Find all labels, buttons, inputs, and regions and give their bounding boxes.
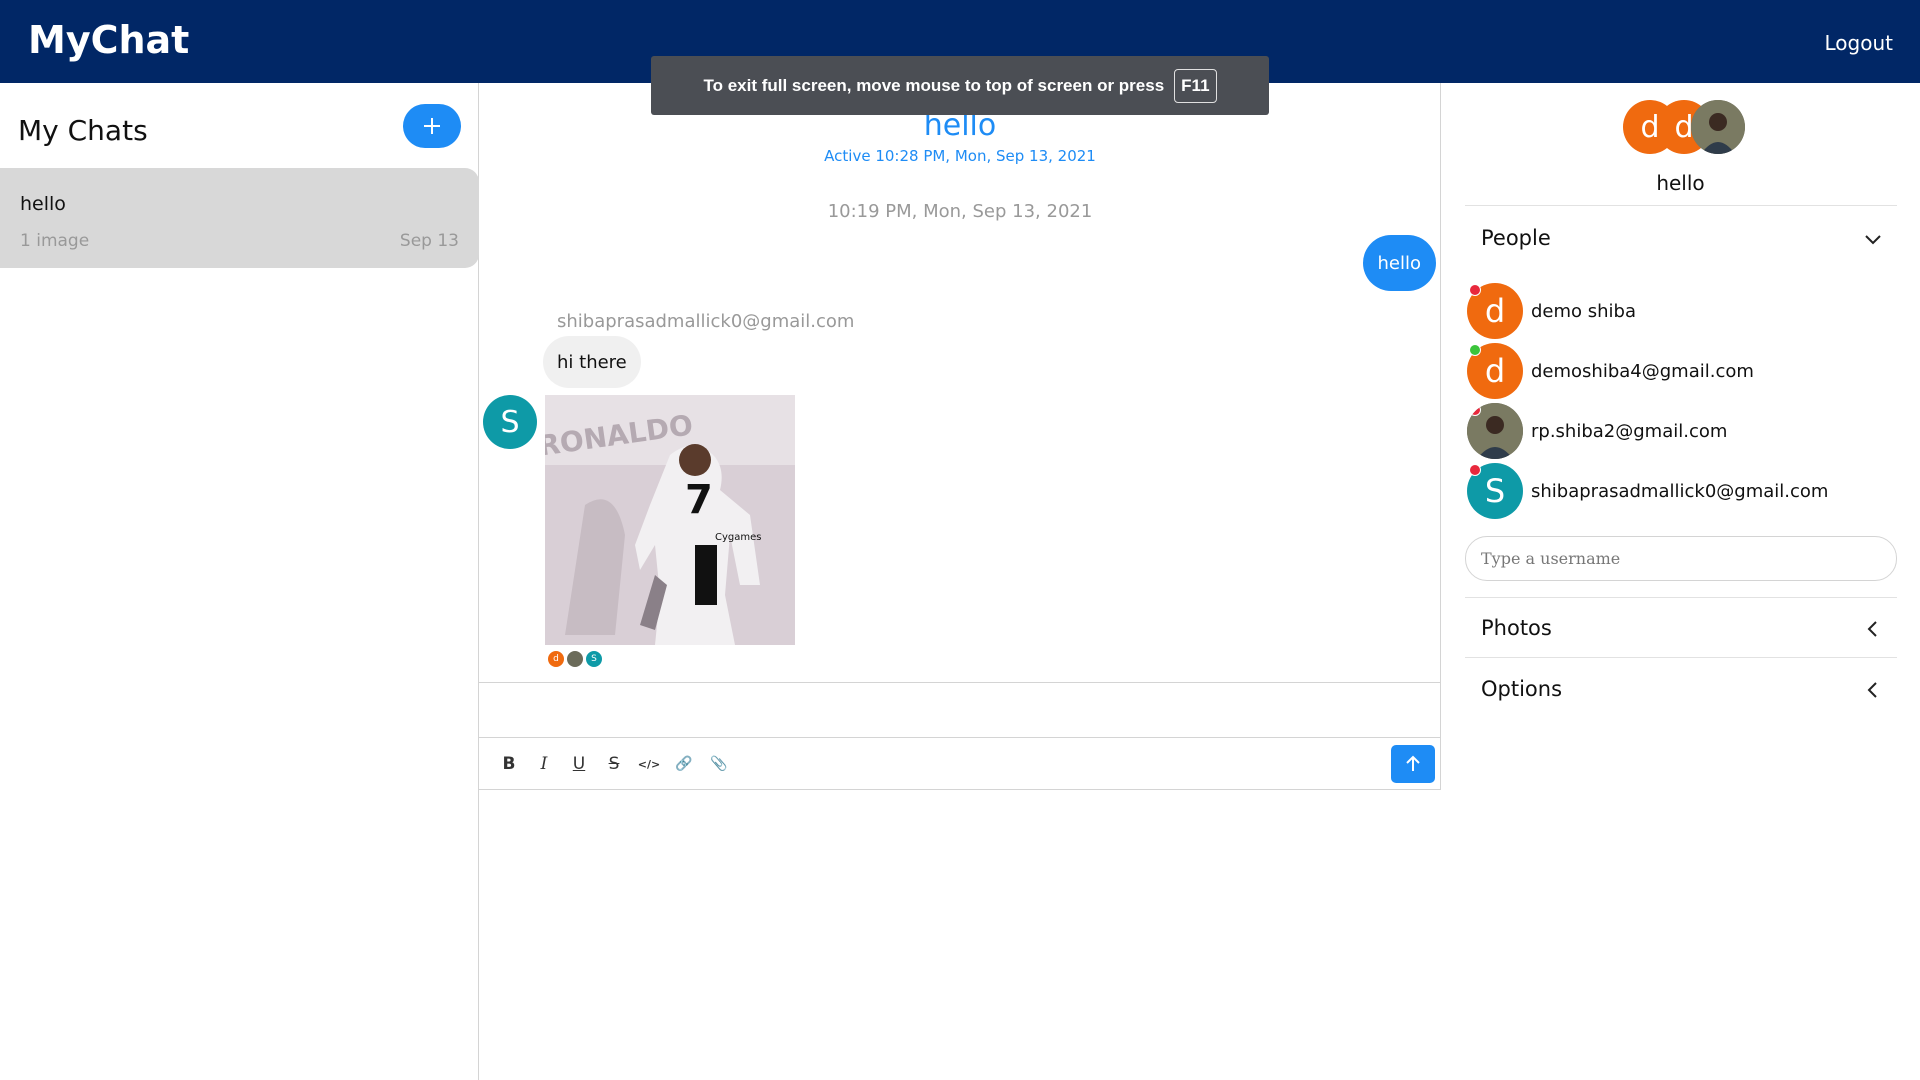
fullscreen-toast-key: F11 [1174, 68, 1217, 103]
chat-list-item[interactable]: hello 1 image Sep 13 [0, 168, 479, 268]
jersey-number: 7 [685, 477, 713, 523]
app-brand: MyChat [28, 18, 190, 62]
status-indicator [1469, 284, 1481, 296]
chevron-left-icon[interactable] [1862, 679, 1884, 701]
read-receipt-avatar: d [548, 651, 564, 667]
logout-button[interactable]: Logout [1825, 31, 1893, 55]
my-message-bubble: hello [1362, 235, 1436, 291]
arrow-up-icon [1406, 755, 1420, 771]
read-receipt-avatar [567, 651, 583, 667]
chat-list-title: My Chats [18, 114, 148, 147]
people-list-item[interactable]: rp.shiba2@gmail.com [1467, 403, 1727, 459]
photos-section-header[interactable]: Photos [1481, 616, 1552, 640]
status-indicator [1469, 464, 1481, 476]
fullscreen-toast-message: To exit full screen, move mouse to top o… [703, 75, 1165, 95]
person-name: demoshiba4@gmail.com [1531, 360, 1754, 382]
divider [1465, 657, 1897, 658]
image-thumbnail: RONALDO 7 Cygames [545, 395, 795, 645]
avatar-letter: d [1484, 292, 1506, 330]
people-list-item[interactable]: d demoshiba4@gmail.com [1467, 343, 1754, 399]
avatar: d [1467, 283, 1523, 339]
their-message-bubble: hi there [543, 336, 641, 388]
send-button[interactable] [1391, 745, 1435, 783]
people-section-header[interactable]: People [1481, 226, 1551, 250]
group-avatars: d d [1623, 100, 1753, 156]
bold-icon[interactable]: B [499, 754, 519, 774]
message-timestamp: 10:19 PM, Mon, Sep 13, 2021 [827, 201, 1093, 222]
chevron-down-icon[interactable] [1862, 228, 1884, 250]
chat-item-last-message: 1 image [20, 231, 90, 251]
options-section-header[interactable]: Options [1481, 677, 1562, 701]
underline-icon[interactable]: U [569, 754, 589, 774]
person-name: demo shiba [1531, 300, 1637, 322]
username-search-input[interactable] [1465, 536, 1897, 581]
avatar-photo [1691, 100, 1745, 154]
avatar-letter: d [1484, 352, 1506, 390]
avatar: S [483, 395, 537, 449]
avatar: d [1467, 343, 1523, 399]
fullscreen-toast: To exit full screen, move mouse to top o… [651, 56, 1269, 115]
divider [1465, 597, 1897, 598]
jersey-sponsor: Cygames [715, 532, 761, 543]
read-receipts: d S [548, 651, 602, 667]
plus-icon [424, 118, 440, 134]
read-receipt-avatar: S [586, 651, 602, 667]
person-name: rp.shiba2@gmail.com [1531, 420, 1728, 442]
status-indicator [1469, 344, 1481, 356]
status-indicator [1469, 404, 1481, 416]
chat-list-panel: My Chats hello 1 image Sep 13 [0, 83, 479, 1080]
link-icon[interactable]: 🔗 [674, 754, 694, 774]
formatting-toolbar: B I U S </> 🔗 📎 [499, 754, 729, 774]
chat-details-panel: d d hello People d demo shiba d demoshib… [1441, 83, 1920, 1080]
image-message[interactable]: RONALDO 7 Cygames [545, 395, 795, 645]
conversation-panel: hello Active 10:28 PM, Mon, Sep 13, 2021… [479, 83, 1441, 790]
people-list-item[interactable]: S shibaprasadmallick0@gmail.com [1467, 463, 1828, 519]
avatar: S [1467, 463, 1523, 519]
conversation-active-status: Active 10:28 PM, Mon, Sep 13, 2021 [824, 147, 1096, 165]
people-list-item[interactable]: d demo shiba [1467, 283, 1636, 339]
person-name: shibaprasadmallick0@gmail.com [1531, 480, 1829, 502]
new-chat-button[interactable] [403, 104, 461, 148]
chat-item-date: Sep 13 [399, 231, 459, 251]
chat-item-title: hello [20, 193, 66, 215]
avatar-letter: S [1484, 472, 1506, 510]
chevron-left-icon[interactable] [1862, 618, 1884, 640]
attachment-icon[interactable]: 📎 [709, 754, 729, 774]
avatar [1467, 403, 1523, 459]
code-icon[interactable]: </> [638, 754, 660, 774]
group-name: hello [1656, 171, 1705, 195]
message-input[interactable] [479, 682, 1441, 738]
italic-icon[interactable]: I [534, 754, 554, 774]
sender-email: shibaprasadmallick0@gmail.com [557, 311, 855, 332]
strikethrough-icon[interactable]: S [604, 754, 624, 774]
divider [1465, 205, 1897, 206]
